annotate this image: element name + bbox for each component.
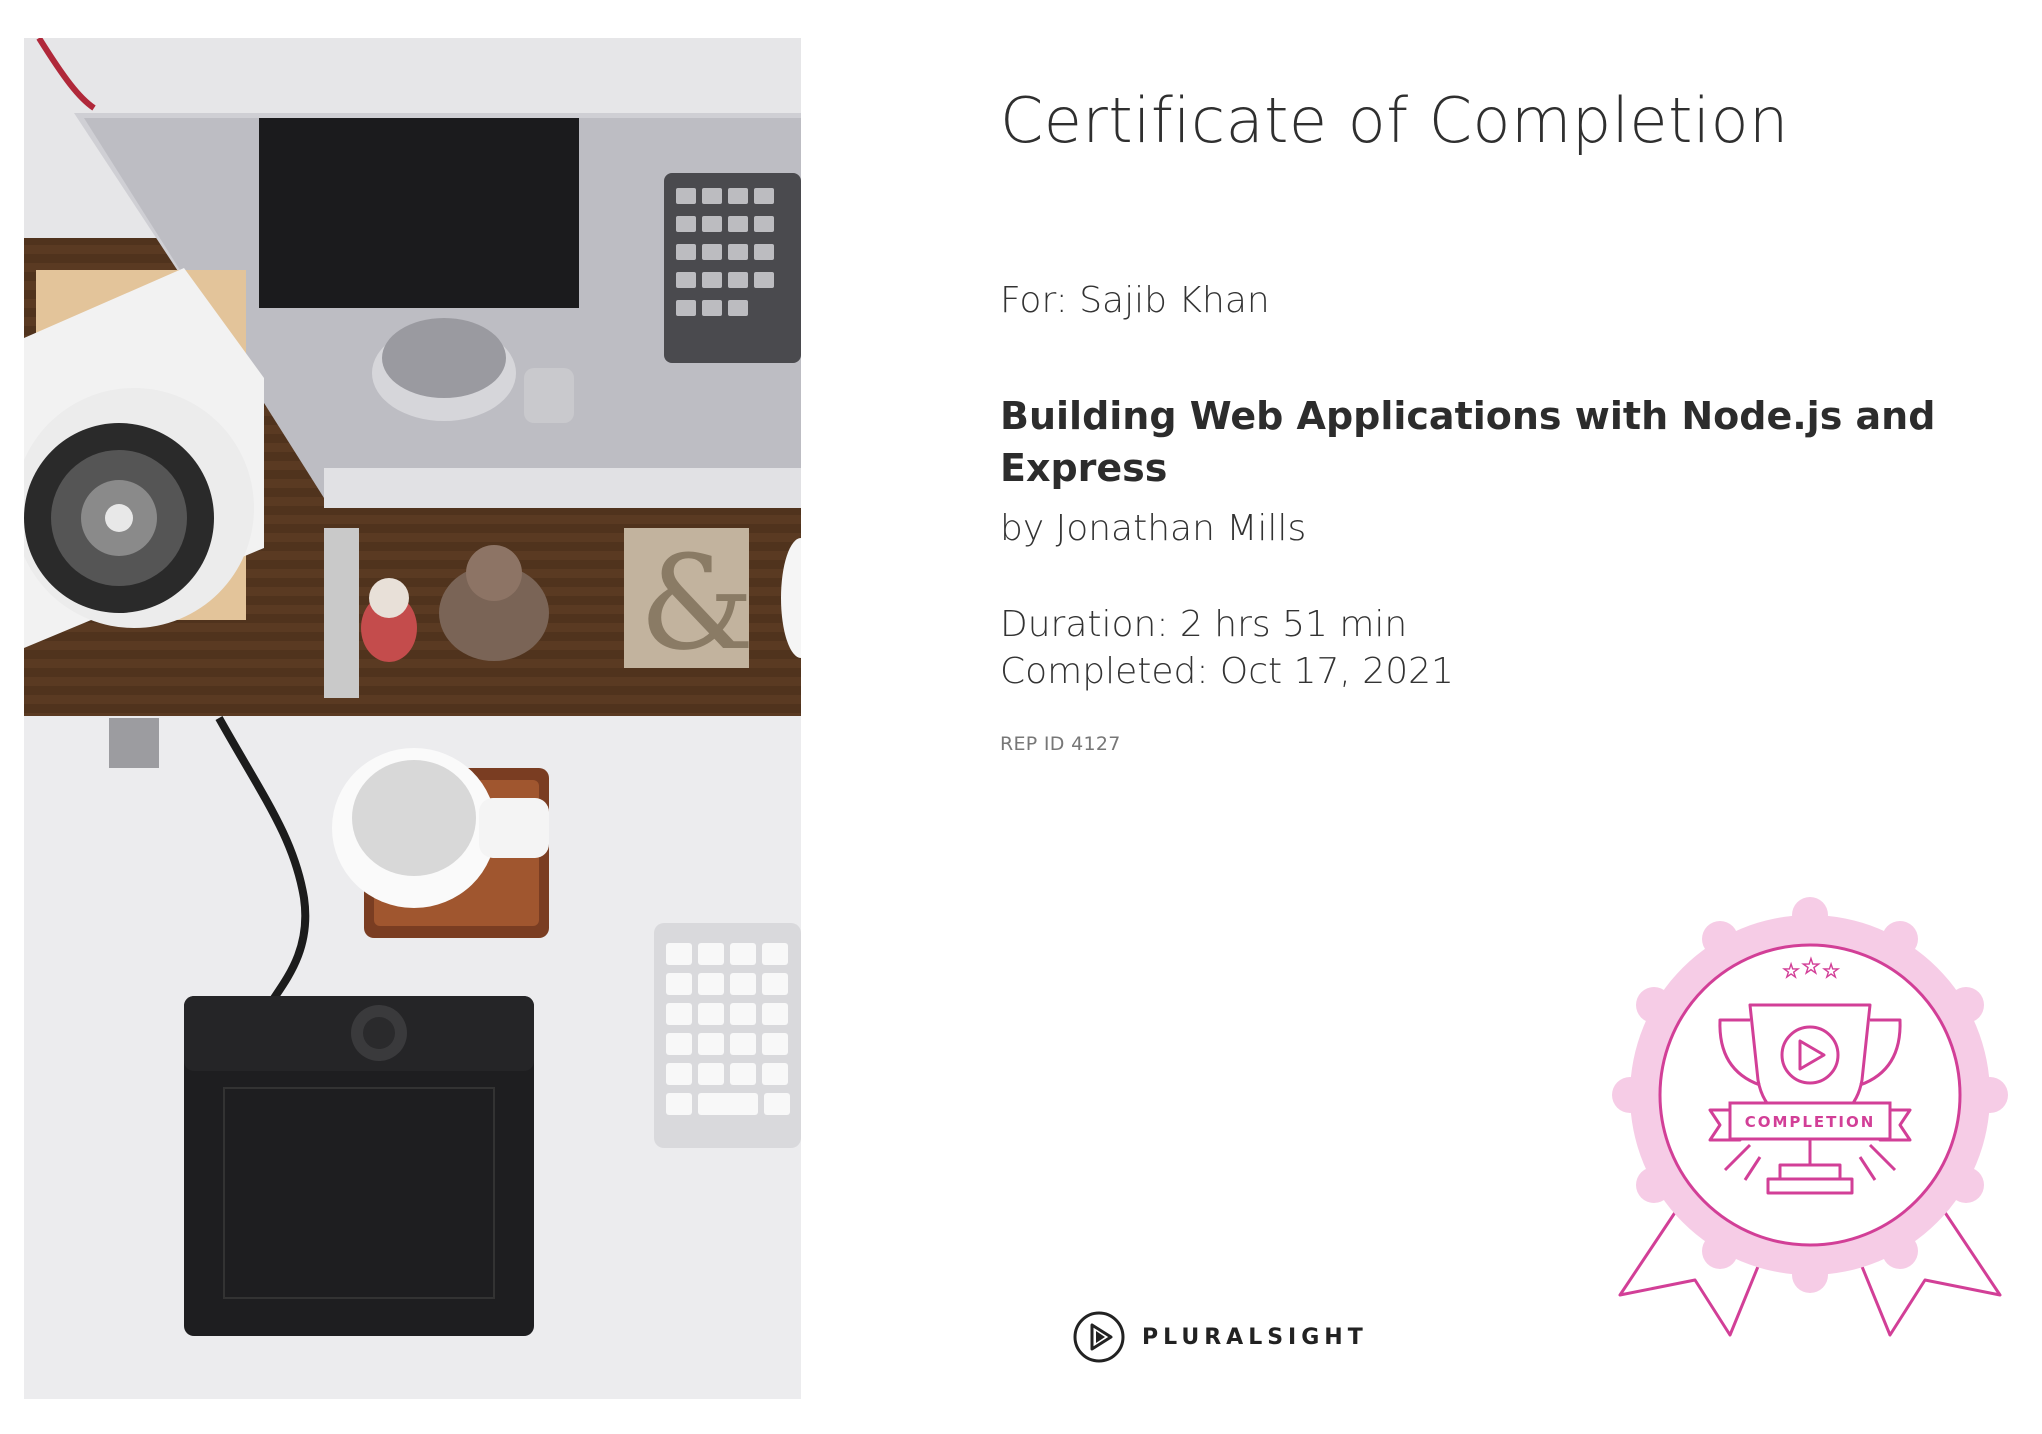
pluralsight-play-icon: [1073, 1311, 1125, 1363]
course-duration: Duration: 2 hrs 51 min: [1000, 604, 1408, 645]
brand-name: PLURALSIGHT: [1142, 1324, 1368, 1350]
desk-photo: &: [24, 38, 801, 1399]
rep-id: REP ID 4127: [1000, 733, 1121, 755]
svg-text:★: ★: [1783, 961, 1799, 982]
course-title: Building Web Applications with Node.js a…: [1000, 394, 1936, 490]
badge-label: COMPLETION: [1745, 1113, 1876, 1131]
recipient-name: For: Sajib Khan: [1000, 280, 1270, 321]
svg-text:★: ★: [1802, 954, 1820, 978]
certificate-page: & Certificate of Completion For: Sajib K…: [0, 0, 2042, 1434]
svg-text:★: ★: [1823, 961, 1839, 982]
pluralsight-logo: PLURALSIGHT: [1072, 1310, 1368, 1364]
svg-text:&: &: [639, 527, 755, 679]
completion-badge: ★ ★ ★ COMPLETION: [1600, 895, 2020, 1350]
completion-date: Completed: Oct 17, 2021: [1000, 651, 1454, 692]
course-author: by Jonathan Mills: [1000, 508, 1307, 549]
certificate-title: Certificate of Completion: [1000, 84, 1789, 157]
